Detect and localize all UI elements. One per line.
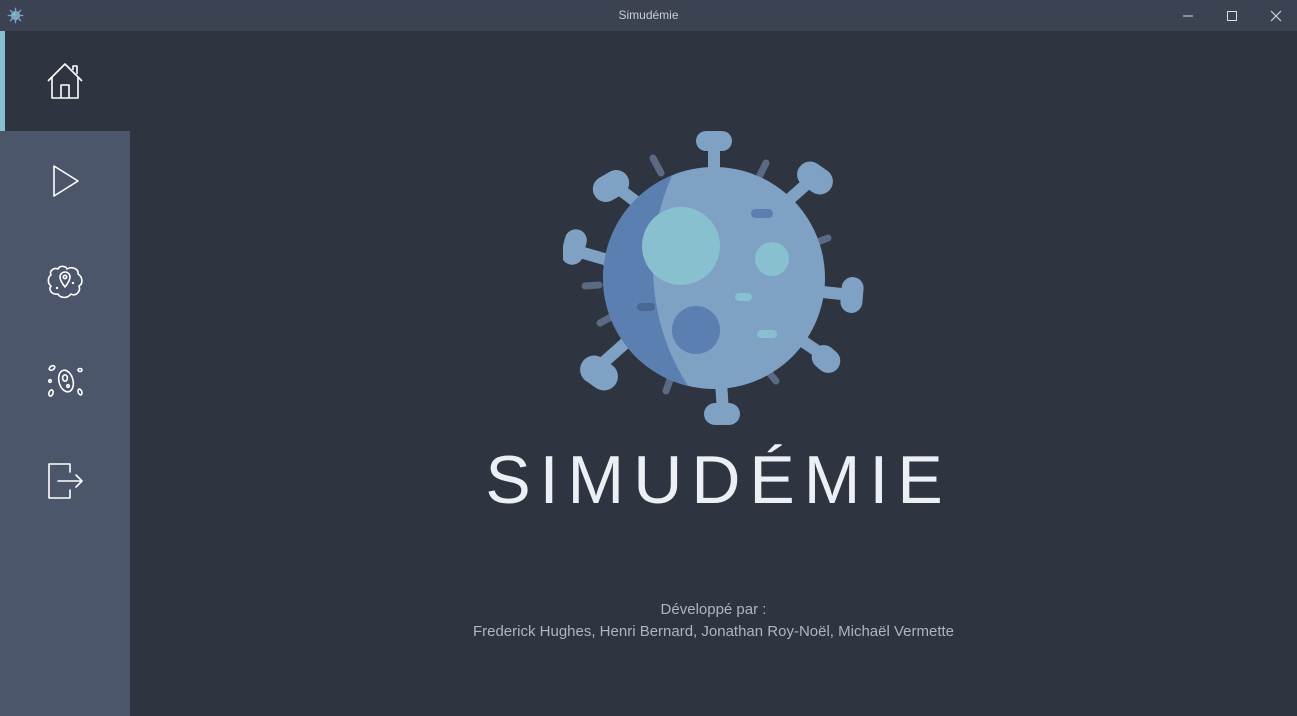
app-window: Simudémie SIMUDÉMIE Développé par: Fred…: [0, 0, 1297, 716]
sidebar-item-play[interactable]: [0, 131, 130, 231]
bacteria-icon: [47, 364, 83, 397]
sidebar-item-exit[interactable]: [0, 431, 130, 531]
map-pin-icon: [47, 265, 83, 299]
play-icon: [53, 165, 79, 197]
minimize-icon: [1183, 15, 1193, 16]
sidebar-item-home[interactable]: [0, 31, 130, 131]
credits-label: Développé par :: [660, 601, 767, 618]
credits-names: Frederick Hughes, Henri Bernard, Jonatha…: [472, 623, 955, 640]
main-content: SIMUDÉMIE Développé par : Frederick Hugh…: [130, 31, 1297, 716]
title-bar: Simudémie: [0, 0, 1297, 31]
sidebar-item-pathogen[interactable]: [0, 331, 130, 431]
minimize-button[interactable]: [1166, 0, 1210, 31]
virus-logo: [563, 131, 864, 425]
sidebar: [0, 31, 130, 716]
home-icon: [47, 63, 83, 99]
close-button[interactable]: [1254, 0, 1297, 31]
maximize-icon: [1227, 10, 1237, 21]
window-title: Simudémie: [618, 8, 679, 22]
sidebar-item-map[interactable]: [0, 231, 130, 331]
close-icon: [1270, 10, 1282, 21]
app-title: SIMUDÉMIE: [485, 442, 952, 518]
exit-icon: [48, 463, 83, 499]
maximize-button[interactable]: [1210, 0, 1254, 31]
